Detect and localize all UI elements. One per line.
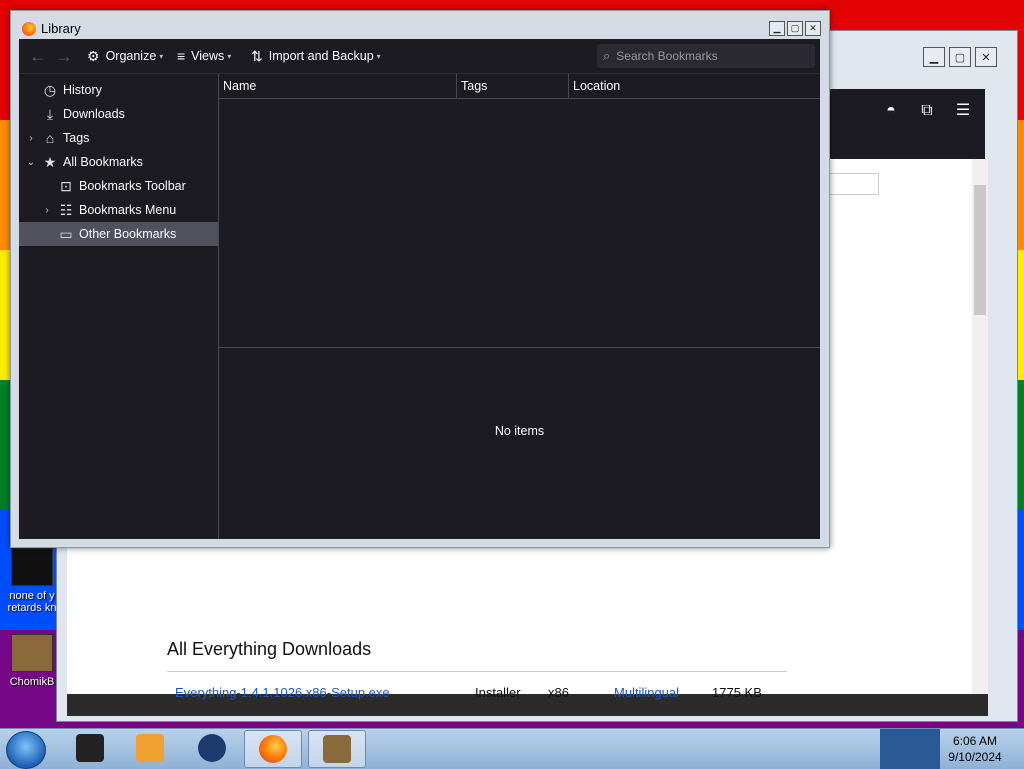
details-pane: No items [219, 348, 820, 539]
list-icon: ≡ [177, 48, 186, 64]
desktop-icon-image [11, 634, 53, 672]
download-size: 1775 KB [712, 685, 762, 700]
clock[interactable]: 6:06 AM 9/10/2024 [940, 733, 1010, 765]
taskbar-app-globe[interactable] [184, 730, 240, 766]
clock-date: 9/10/2024 [948, 750, 1002, 764]
window-controls: ▁ ▢ ✕ [769, 21, 821, 36]
menu-icon[interactable]: ☰ [951, 99, 975, 123]
browser-scrollbar[interactable] [972, 159, 988, 694]
window-title: Library [41, 21, 81, 36]
minimize-button[interactable]: ▁ [769, 21, 785, 36]
taskbar-app-explorer[interactable] [62, 730, 118, 766]
maximize-button[interactable]: ▢ [949, 47, 971, 67]
sidebar-item-bookmarks-menu[interactable]: › ☷ Bookmarks Menu [19, 198, 218, 222]
library-window: Library ▁ ▢ ✕ ← → ⚙ Organize ▾ ≡ Views ▾… [10, 10, 830, 548]
desktop-icon-image [11, 548, 53, 586]
sidebar-item-label: Bookmarks Menu [79, 203, 177, 217]
download-lang-link[interactable]: Multilingual [614, 685, 679, 700]
sidebar-item-label: History [63, 83, 102, 97]
sort-arrows-icon: ⇅ [251, 47, 263, 64]
desktop-icon-label: ChomikB [9, 676, 55, 688]
back-arrow-icon[interactable]: ← [29, 39, 47, 73]
pocket-icon[interactable]: ◓ [879, 99, 903, 123]
system-tray[interactable] [880, 729, 940, 769]
import-backup-button[interactable]: ⇅ Import and Backup ▾ [251, 39, 381, 73]
minimize-button[interactable]: ▁ [923, 47, 945, 67]
sidebar-item-label: Bookmarks Toolbar [79, 179, 186, 193]
desktop-icon[interactable]: ChomikB [2, 634, 62, 688]
app-icon [323, 735, 351, 763]
sidebar-item-label: Tags [63, 131, 90, 145]
column-header-name[interactable]: Name [219, 74, 457, 98]
extensions-icon[interactable]: ⧉ [915, 99, 939, 123]
bookmark-toolbar-icon: ⊡ [60, 177, 72, 194]
column-header-location[interactable]: Location [569, 74, 820, 98]
download-file-link[interactable]: Everything-1.4.1.1026.x86-Setup.exe [175, 685, 390, 700]
library-body: ← → ⚙ Organize ▾ ≡ Views ▾ ⇅ Import and … [19, 39, 820, 539]
chevron-right-icon[interactable]: › [25, 133, 37, 144]
bookmark-list[interactable] [219, 99, 820, 348]
taskbar-app-media[interactable] [122, 730, 178, 766]
star-icon: ★ [43, 153, 57, 170]
start-button[interactable] [6, 731, 46, 769]
divider [167, 671, 787, 672]
section-title: All Everything Downloads [167, 639, 372, 659]
column-header-tags[interactable]: Tags [457, 74, 569, 98]
organize-label: Organize [105, 49, 157, 63]
taskbar-app-box[interactable] [308, 730, 366, 768]
menu-list-icon: ☷ [59, 201, 73, 218]
scrollbar-thumb[interactable] [974, 185, 986, 315]
close-button[interactable]: ✕ [975, 47, 997, 67]
sidebar-item-tags[interactable]: › ⌂ Tags [19, 126, 218, 150]
download-type: Installer [475, 685, 521, 700]
chevron-down-icon[interactable]: ⌄ [25, 157, 37, 168]
app-icon [136, 734, 164, 762]
sidebar-item-all-bookmarks[interactable]: ⌄ ★ All Bookmarks [19, 150, 218, 174]
search-icon: ⌕ [603, 48, 611, 63]
restore-button[interactable]: ▢ [787, 21, 803, 36]
import-backup-label: Import and Backup [268, 49, 374, 63]
firefox-icon [259, 735, 287, 763]
page-search-input[interactable] [827, 173, 879, 195]
chevron-down-icon: ▾ [159, 51, 164, 61]
views-label: Views [191, 49, 225, 63]
bookmark-list-pane: Name Tags Location No items [219, 74, 820, 539]
organize-button[interactable]: ⚙ Organize ▾ [87, 39, 163, 73]
chevron-down-icon: ▾ [227, 51, 232, 61]
search-placeholder: Search Bookmarks [616, 49, 718, 63]
sidebar-item-downloads[interactable]: ⤓ Downloads [19, 102, 218, 126]
browser-window-controls: ▁ ▢ ✕ [923, 47, 997, 67]
taskbar: 6:06 AM 9/10/2024 [0, 728, 1024, 769]
close-button[interactable]: ✕ [805, 21, 821, 36]
download-arch: x86 [548, 685, 569, 700]
taskbar-app-firefox[interactable] [244, 730, 302, 768]
download-link-text[interactable]: Everything-1.4.1.1026.x86-Setup.exe [175, 685, 390, 700]
sidebar-item-label: All Bookmarks [63, 155, 143, 169]
search-bookmarks-input[interactable]: ⌕ Search Bookmarks [597, 44, 815, 68]
empty-state-text: No items [494, 424, 545, 438]
sidebar-item-label: Downloads [63, 107, 125, 121]
chevron-down-icon: ▾ [376, 51, 381, 61]
chevron-right-icon[interactable]: › [41, 205, 53, 216]
library-toolbar: ← → ⚙ Organize ▾ ≡ Views ▾ ⇅ Import and … [19, 39, 820, 74]
sidebar-item-history[interactable]: ◷ History [19, 78, 218, 102]
forward-arrow-icon[interactable]: → [55, 39, 73, 73]
sidebar-item-bookmarks-toolbar[interactable]: ⊡ Bookmarks Toolbar [19, 174, 218, 198]
library-sidebar: ◷ History ⤓ Downloads › ⌂ Tags ⌄ ★ All B… [19, 74, 219, 539]
views-button[interactable]: ≡ Views ▾ [177, 39, 231, 73]
column-header-row: Name Tags Location [219, 74, 820, 99]
download-icon: ⤓ [46, 105, 54, 122]
gear-icon: ⚙ [87, 47, 100, 64]
sidebar-item-label: Other Bookmarks [79, 227, 177, 241]
desktop-icon[interactable]: none of y retards kn [2, 548, 62, 614]
app-icon [198, 734, 226, 762]
firefox-icon [22, 22, 36, 36]
tag-icon: ⌂ [45, 130, 55, 146]
clock-icon: ◷ [43, 81, 57, 98]
sidebar-item-other-bookmarks[interactable]: ▭ Other Bookmarks [19, 222, 218, 246]
desktop-icon-label: none of y retards kn [7, 590, 57, 614]
clock-time: 6:06 AM [952, 734, 998, 748]
app-icon [76, 734, 104, 762]
folder-icon: ▭ [59, 225, 73, 242]
